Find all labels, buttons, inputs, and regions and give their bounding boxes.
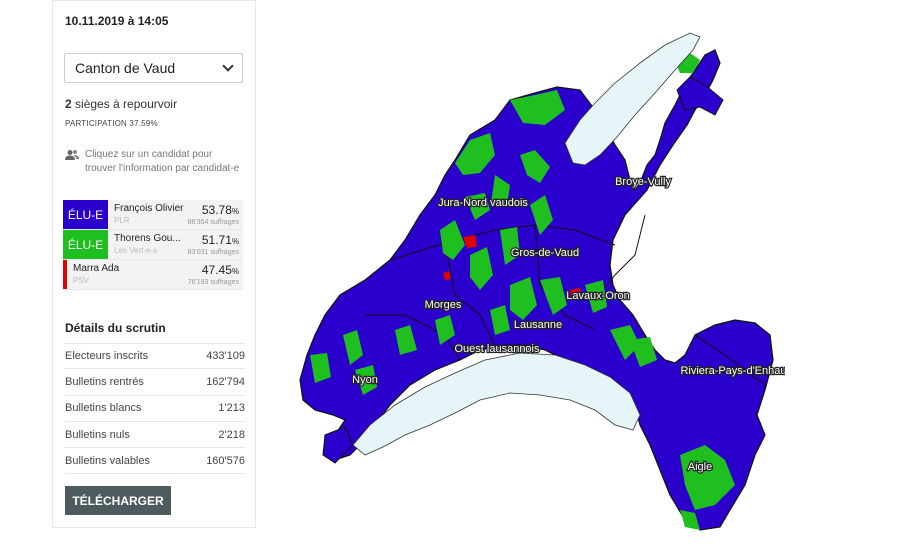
details-row: Bulletins nuls 2'218 [65,422,245,449]
candidate-list: ÉLU-E François Olivier PLR 53.78% 86'354… [63,200,243,290]
district-label: Aigle [688,461,712,473]
candidate-percentage: 47.45% [201,263,239,277]
seats-info: 2 sièges à repourvoir [65,97,177,111]
district-label: Ouest lausannois [455,343,540,355]
download-button[interactable]: TÉLÉCHARGER [65,486,171,515]
details-row: Bulletins valables 160'576 [65,448,245,475]
district-label: Riviera-Pays-d'Enhaut [680,365,785,377]
candidate-row-thorens[interactable]: ÉLU-E Thorens Gou... Les Vert-e-s 51.71%… [63,230,243,260]
timestamp: 10.11.2019 à 14:05 [65,14,169,28]
participation: PARTICIPATION 37.59% [65,119,158,128]
vaud-results-map[interactable]: Jura-Nord vaudois Broye-Vully Gros-de-Va… [295,15,785,543]
district-label: Gros-de-Vaud [511,247,579,259]
candidate-votes: 76'193 suffrages [187,279,239,286]
region-select-value: Canton de Vaud [75,60,176,76]
users-icon [65,150,79,160]
details-table: Electeurs inscrits 433'109 Bulletins rent… [65,343,245,475]
candidate-percentage: 53.78% [201,203,239,217]
candidate-votes: 86'354 suffrages [187,219,239,226]
candidate-row-marra[interactable]: Marra Ada PSV 47.45% 76'193 suffrages [63,260,243,290]
candidate-name: François Olivier [114,203,184,214]
district-label: Lavaux-Oron [566,290,630,302]
district-label: Broye-Vully [615,176,671,188]
district-label: Morges [425,299,462,311]
candidate-name: Thorens Gou... [114,233,181,244]
district-label: Jura-Nord vaudois [438,197,528,209]
candidate-hint: Cliquez sur un candidat pour trouver l'i… [65,148,245,176]
candidate-percentage: 51.71% [201,233,239,247]
results-panel: 10.11.2019 à 14:05 Canton de Vaud 2 sièg… [52,0,256,528]
seats-text: sièges à repourvoir [71,97,178,111]
details-row: Bulletins rentrés 162'794 [65,369,245,396]
elected-badge: ÉLU-E [63,230,108,259]
candidate-votes: 83'031 suffrages [187,249,239,256]
elected-badge: ÉLU-E [63,200,108,229]
details-row: Electeurs inscrits 433'109 [65,343,245,370]
district-label: Nyon [352,374,378,386]
candidate-row-francois[interactable]: ÉLU-E François Olivier PLR 53.78% 86'354… [63,200,243,230]
details-title: Détails du scrutin [65,321,166,335]
hint-text: Cliquez sur un candidat pour trouver l'i… [85,149,240,174]
details-row: Bulletins blancs 1'213 [65,396,245,422]
chevron-down-icon [222,60,234,72]
candidate-name: Marra Ada [73,263,120,274]
seats-count: 2 [65,97,72,111]
region-select[interactable]: Canton de Vaud [64,53,243,83]
district-label: Lausanne [514,319,562,331]
